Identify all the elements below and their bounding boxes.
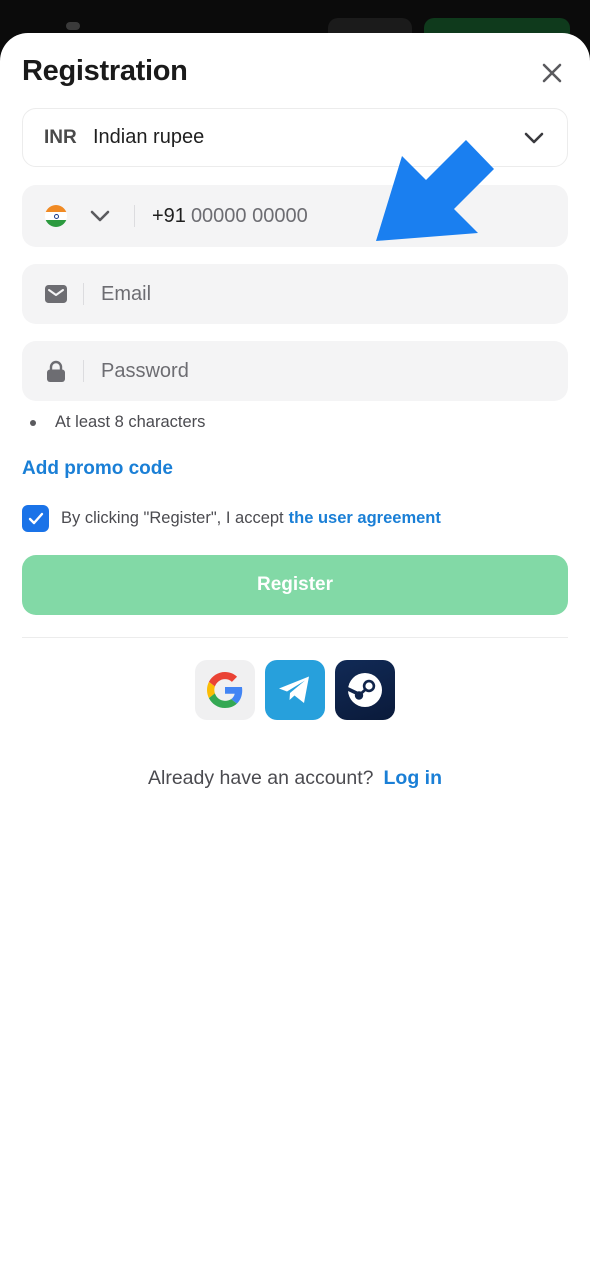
checkmark-icon: [28, 512, 43, 524]
field-divider: [83, 360, 84, 382]
social-login-group: [195, 660, 395, 720]
password-input[interactable]: [101, 341, 568, 401]
chevron-down-icon: [521, 125, 547, 151]
envelope-icon: [45, 283, 67, 305]
field-divider: [83, 283, 84, 305]
pointer-arrow-icon: [376, 140, 494, 241]
agreement-text: By clicking "Register", I accept: [61, 509, 284, 527]
agreement-checkbox[interactable]: [22, 505, 49, 532]
steam-login-button[interactable]: [335, 660, 395, 720]
user-agreement-link[interactable]: the user agreement: [289, 509, 441, 528]
currency-code: INR: [44, 126, 77, 148]
india-flag-icon: [45, 205, 67, 227]
field-divider: [134, 205, 135, 227]
register-button[interactable]: Register: [22, 555, 568, 615]
password-field: [22, 341, 568, 401]
telegram-login-button[interactable]: [265, 660, 325, 720]
login-prompt-text: Already have an account?: [148, 767, 374, 789]
close-button[interactable]: [536, 57, 568, 89]
bullet-icon: [30, 419, 36, 426]
login-prompt-row: Already have an account? Log in: [0, 767, 590, 790]
close-icon: [542, 63, 562, 83]
email-input[interactable]: [101, 264, 568, 324]
registration-sheet: Registration INR Indian rupee +91 00000 …: [0, 33, 590, 1280]
google-icon: [207, 672, 243, 708]
email-field: [22, 264, 568, 324]
dial-code: +91: [152, 204, 186, 227]
telegram-icon: [279, 676, 309, 703]
section-divider: [22, 637, 568, 638]
log-in-link[interactable]: Log in: [384, 767, 442, 789]
background-logo: [66, 22, 80, 30]
sheet-title: Registration: [22, 55, 188, 87]
agreement-row: By clicking "Register", I accept the use…: [22, 505, 441, 532]
password-hint: At least 8 characters: [30, 413, 205, 432]
steam-icon: [346, 673, 382, 707]
chevron-down-icon: [90, 210, 110, 222]
password-hint-text: At least 8 characters: [55, 413, 206, 431]
google-login-button[interactable]: [195, 660, 255, 720]
add-promo-code-link[interactable]: Add promo code: [22, 458, 173, 480]
lock-icon: [45, 360, 67, 382]
country-code-dropdown[interactable]: [88, 204, 112, 228]
